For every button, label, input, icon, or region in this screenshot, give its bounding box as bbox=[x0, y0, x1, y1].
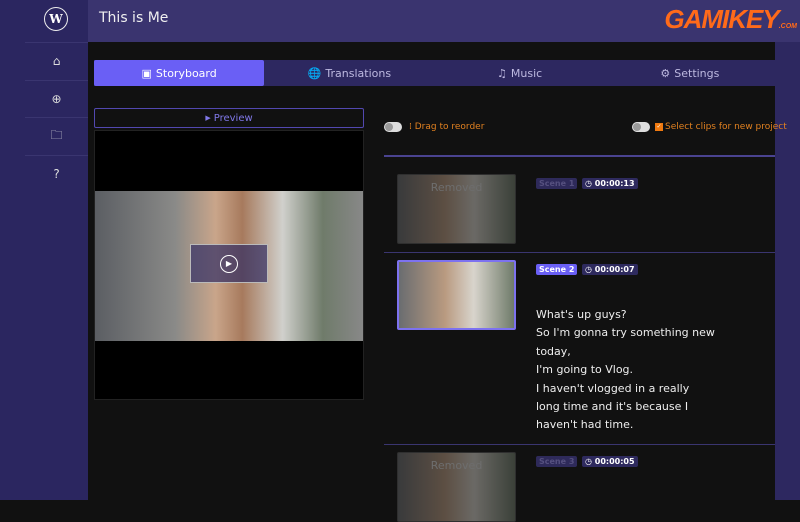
music-icon: ♫ bbox=[497, 66, 507, 80]
scene-badge: Scene 1 bbox=[536, 178, 578, 189]
tab-music[interactable]: ♫ Music bbox=[435, 60, 605, 86]
film-icon: ▣ bbox=[141, 66, 152, 80]
select-clips-checkbox[interactable]: ✓ bbox=[655, 122, 663, 131]
app-logo[interactable]: W bbox=[44, 7, 68, 31]
add-icon[interactable]: ⊕ bbox=[25, 80, 88, 117]
home-icon[interactable]: ⌂ bbox=[25, 42, 88, 79]
drag-reorder-toggle[interactable] bbox=[384, 122, 402, 132]
transcript-line: What's up guys? bbox=[536, 308, 627, 321]
page-title: This is Me bbox=[99, 10, 169, 26]
preview-label: Preview bbox=[213, 112, 253, 124]
play-circle-icon: ▶ bbox=[205, 114, 211, 122]
play-button[interactable]: ▶ bbox=[190, 244, 268, 283]
tab-label: Storyboard bbox=[155, 66, 217, 80]
scene-thumbnail[interactable] bbox=[397, 260, 516, 330]
removed-label: Removed bbox=[430, 459, 483, 472]
tab-translations[interactable]: 🌐 Translations bbox=[264, 60, 434, 86]
drag-text: Drag to reorder bbox=[414, 122, 485, 132]
transcript-line: So I'm gonna try something new today, bbox=[536, 326, 715, 358]
drag-reorder-label: ⁞ Drag to reorder bbox=[409, 122, 484, 132]
video-player[interactable]: ▶ bbox=[94, 130, 364, 400]
play-icon: ▶ bbox=[220, 254, 238, 273]
duration-badge: ◷ 00:00:13 bbox=[582, 178, 638, 189]
divider bbox=[384, 155, 775, 157]
preview-button[interactable]: ▶ Preview bbox=[94, 108, 364, 128]
tab-settings[interactable]: ⚙ Settings bbox=[605, 60, 775, 86]
transcript-line: I'm going to Vlog. bbox=[536, 363, 634, 377]
header: This is Me GAMIKEY.COM bbox=[88, 0, 800, 42]
folder-icon[interactable]: 🗀 bbox=[25, 117, 88, 154]
transcript-line: I haven't vlogged in a really long time … bbox=[536, 381, 690, 432]
scene-thumbnail[interactable]: Removed bbox=[397, 452, 516, 522]
tab-storyboard[interactable]: ▣ Storyboard bbox=[94, 60, 265, 86]
tab-label: Settings bbox=[674, 66, 720, 80]
sidebar: W ⌂ ⊕ 🗀 ? bbox=[0, 0, 88, 500]
globe-icon: 🌐 bbox=[307, 66, 322, 80]
tab-label: Translations bbox=[325, 66, 392, 80]
scene-badge: Scene 2 bbox=[536, 264, 578, 275]
scene-badge: Scene 3 bbox=[536, 456, 578, 467]
duration: 00:00:07 bbox=[594, 265, 635, 274]
divider bbox=[384, 252, 775, 253]
select-clips-label: ✓ Select clips for new project bbox=[655, 122, 787, 132]
scene-thumbnail[interactable]: Removed bbox=[397, 174, 516, 244]
help-icon[interactable]: ? bbox=[25, 155, 88, 192]
divider bbox=[384, 444, 775, 445]
tab-label: Music bbox=[510, 66, 543, 80]
scene-transcript[interactable]: What's up guys? So I'm gonna try somethi… bbox=[536, 306, 716, 435]
brand-watermark-logo: GAMIKEY.COM bbox=[664, 4, 797, 34]
gear-icon: ⚙ bbox=[660, 66, 671, 80]
right-panel-edge bbox=[775, 42, 800, 500]
tab-bar: ▣ Storyboard 🌐 Translations ♫ Music ⚙ Settin… bbox=[94, 60, 775, 86]
duration-badge: ◷ 00:00:07 bbox=[582, 264, 638, 275]
duration: 00:00:05 bbox=[594, 457, 635, 466]
removed-label: Removed bbox=[430, 181, 483, 194]
select-text: Select clips for new project bbox=[665, 122, 787, 132]
duration-badge: ◷ 00:00:05 bbox=[582, 456, 638, 467]
duration: 00:00:13 bbox=[594, 179, 635, 188]
select-clips-toggle[interactable] bbox=[632, 122, 650, 132]
